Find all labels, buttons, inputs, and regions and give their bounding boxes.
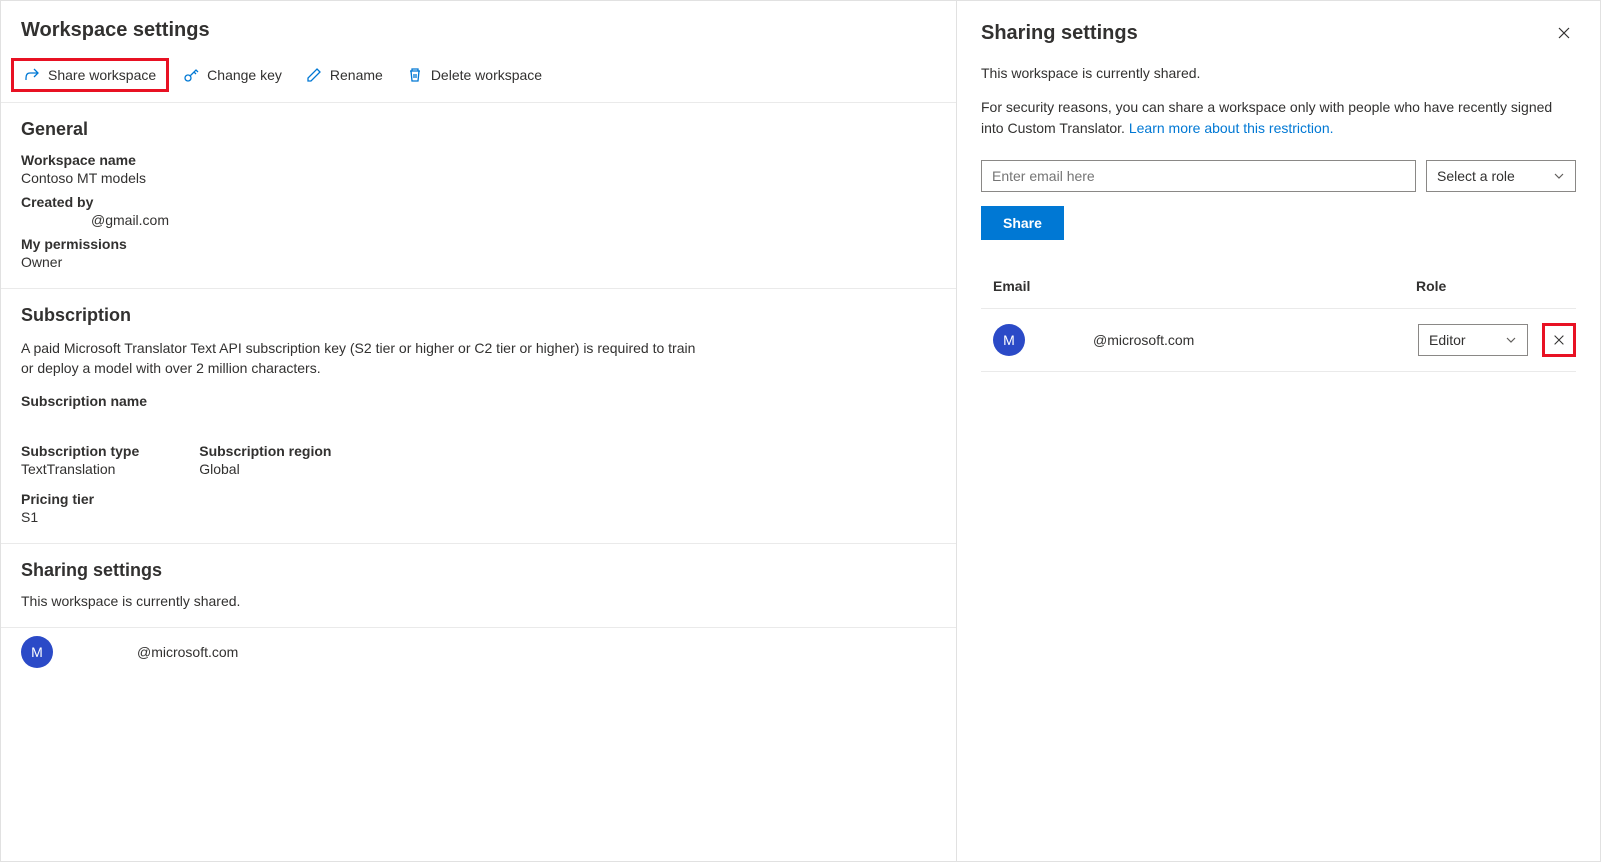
- avatar: M: [993, 324, 1025, 356]
- created-by-label: Created by: [21, 194, 936, 210]
- sharing-table: Email Role M @microsoft.com Editor: [981, 270, 1576, 372]
- close-icon: [1556, 25, 1572, 41]
- role-select[interactable]: Select a role: [1426, 160, 1576, 192]
- email-input[interactable]: [981, 160, 1416, 192]
- section-heading: General: [21, 119, 936, 140]
- edit-icon: [306, 67, 322, 83]
- key-icon: [183, 67, 199, 83]
- subscription-region-value: Global: [199, 461, 331, 477]
- close-icon: [1552, 333, 1566, 347]
- rename-button[interactable]: Rename: [296, 61, 393, 89]
- subscription-type-label: Subscription type: [21, 443, 139, 459]
- subscription-description: A paid Microsoft Translator Text API sub…: [21, 338, 701, 379]
- security-text: For security reasons, you can share a wo…: [981, 97, 1576, 138]
- sharing-status-text: This workspace is currently shared.: [981, 63, 1576, 83]
- toolbar: Share workspace Change key Rename: [1, 52, 956, 103]
- toolbar-label: Delete workspace: [431, 67, 542, 83]
- workspace-name-value: Contoso MT models: [21, 170, 936, 186]
- pricing-tier-label: Pricing tier: [21, 491, 936, 507]
- delete-workspace-button[interactable]: Delete workspace: [397, 61, 552, 89]
- pricing-tier-value: S1: [21, 509, 936, 525]
- created-by-value: @gmail.com: [21, 212, 936, 228]
- section-heading: Sharing settings: [21, 560, 936, 581]
- shared-member-email: @microsoft.com: [67, 644, 238, 660]
- sharing-section: Sharing settings This workspace is curre…: [1, 543, 956, 628]
- subscription-name-value: [21, 411, 936, 429]
- share-workspace-button[interactable]: Share workspace: [11, 58, 169, 92]
- subscription-name-label: Subscription name: [21, 393, 936, 409]
- role-column-header: Role: [1416, 278, 1576, 294]
- permissions-value: Owner: [21, 254, 936, 270]
- section-heading: Subscription: [21, 305, 936, 326]
- trash-icon: [407, 67, 423, 83]
- table-row: M @microsoft.com Editor: [981, 309, 1576, 372]
- general-section: General Workspace name Contoso MT models…: [1, 103, 956, 288]
- share-icon: [24, 67, 40, 83]
- subscription-region-label: Subscription region: [199, 443, 331, 459]
- member-email: @microsoft.com: [1033, 332, 1410, 348]
- remove-member-button[interactable]: [1542, 323, 1576, 357]
- panel-title: Sharing settings: [981, 22, 1138, 45]
- role-select-label: Select a role: [1437, 168, 1515, 184]
- avatar: M: [21, 636, 53, 668]
- learn-more-link[interactable]: Learn more about this restriction.: [1129, 120, 1334, 136]
- permissions-label: My permissions: [21, 236, 936, 252]
- chevron-down-icon: [1553, 170, 1565, 182]
- workspace-name-label: Workspace name: [21, 152, 936, 168]
- email-column-header: Email: [993, 278, 1416, 294]
- chevron-down-icon: [1505, 334, 1517, 346]
- close-panel-button[interactable]: [1552, 21, 1576, 45]
- toolbar-label: Change key: [207, 67, 282, 83]
- toolbar-label: Share workspace: [48, 67, 156, 83]
- workspace-settings-panel: Workspace settings Share workspace Chang…: [0, 0, 957, 862]
- sharing-settings-panel: Sharing settings This workspace is curre…: [957, 0, 1601, 862]
- member-role-value: Editor: [1429, 332, 1466, 348]
- share-button[interactable]: Share: [981, 206, 1064, 240]
- sharing-status: This workspace is currently shared.: [21, 593, 936, 609]
- subscription-type-value: TextTranslation: [21, 461, 139, 477]
- member-role-select[interactable]: Editor: [1418, 324, 1528, 356]
- toolbar-label: Rename: [330, 67, 383, 83]
- page-title: Workspace settings: [1, 1, 956, 52]
- change-key-button[interactable]: Change key: [173, 61, 292, 89]
- subscription-section: Subscription A paid Microsoft Translator…: [1, 288, 956, 543]
- shared-member-row: M @microsoft.com: [1, 628, 956, 688]
